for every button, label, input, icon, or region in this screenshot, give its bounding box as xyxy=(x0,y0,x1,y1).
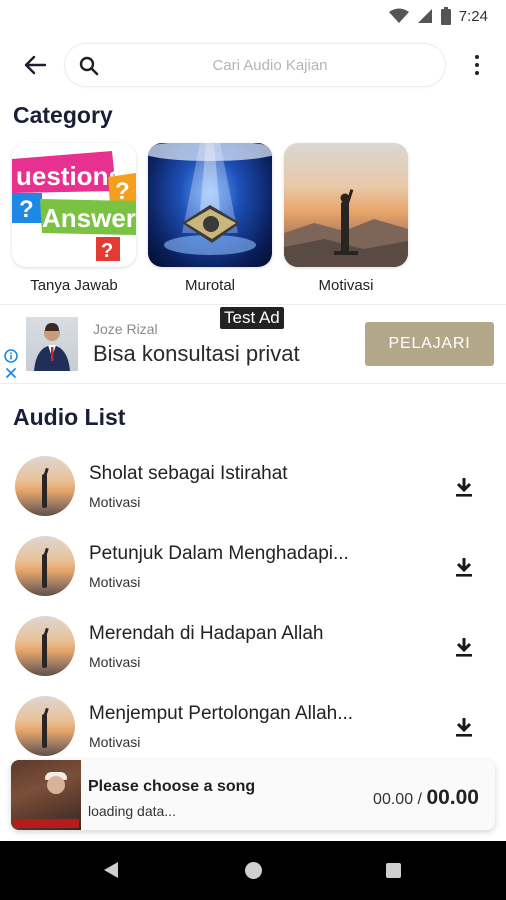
top-bar xyxy=(0,42,506,88)
category-image-quran xyxy=(148,143,272,267)
ad-test-tag: Test Ad xyxy=(220,307,284,329)
search-icon xyxy=(79,56,99,76)
category-title: Category xyxy=(13,102,113,128)
player-time: 00.00 / 00.00 xyxy=(373,786,479,810)
thumbnail-caption-logo xyxy=(13,819,79,828)
battery-icon xyxy=(440,7,451,25)
ad-sponsor: Joze Rizal xyxy=(93,321,158,337)
audio-thumbnail xyxy=(15,616,75,676)
player-thumbnail xyxy=(11,760,81,830)
nav-back-icon[interactable] xyxy=(104,862,118,878)
audio-thumbnail xyxy=(15,456,75,516)
category-item-tanya-jawab[interactable]: uestions ? ? Answers ? Tanya Jawab xyxy=(12,143,136,294)
status-bar: 7:24 xyxy=(0,0,506,32)
ad-photo xyxy=(26,317,78,371)
audio-list-item[interactable]: Menjemput Pertolongan Allah... Motivasi xyxy=(0,686,506,766)
current-time: 00.00 xyxy=(373,791,414,808)
signal-icon xyxy=(417,9,432,23)
arrow-back-icon xyxy=(24,55,47,75)
audio-title: Merendah di Hadapan Allah xyxy=(89,623,324,644)
audio-list-item[interactable]: Petunjuk Dalam Menghadapi... Motivasi xyxy=(0,526,506,606)
player-status: loading data... xyxy=(88,803,176,819)
player-title: Please choose a song xyxy=(88,778,256,795)
ad-headline[interactable]: Bisa konsultasi privat xyxy=(93,341,300,367)
search-box[interactable] xyxy=(64,43,446,87)
download-icon[interactable] xyxy=(452,635,476,659)
category-image-prayer-silhouette xyxy=(284,143,408,267)
category-label: Motivasi xyxy=(318,277,374,294)
audio-list-item[interactable]: Merendah di Hadapan Allah Motivasi xyxy=(0,606,506,686)
dot-icon xyxy=(475,63,479,67)
dot-icon xyxy=(475,55,479,59)
ad-cta-button[interactable]: PELAJARI xyxy=(365,322,494,366)
more-menu-button[interactable] xyxy=(466,52,488,78)
mini-player[interactable]: Please choose a song loading data... 00.… xyxy=(11,760,495,830)
audio-category: Motivasi xyxy=(89,734,141,750)
back-button[interactable] xyxy=(18,50,52,80)
category-image-questions-answers: uestions ? ? Answers ? xyxy=(12,143,136,267)
audio-list: Sholat sebagai Istirahat Motivasi Petunj… xyxy=(0,446,506,766)
total-time: 00.00 xyxy=(426,786,479,809)
download-icon[interactable] xyxy=(452,475,476,499)
category-item-murotal[interactable]: Murotal xyxy=(148,143,272,294)
audio-thumbnail xyxy=(15,696,75,756)
audio-category: Motivasi xyxy=(89,494,141,510)
nav-recents-icon[interactable] xyxy=(386,863,401,878)
svg-text:?: ? xyxy=(19,196,34,223)
ad-info-icon[interactable] xyxy=(4,349,18,363)
audio-title: Menjemput Pertolongan Allah... xyxy=(89,703,354,724)
category-label: Tanya Jawab xyxy=(30,277,118,294)
category-list: uestions ? ? Answers ? Tanya Jawab xyxy=(12,143,408,294)
audio-title: Petunjuk Dalam Menghadapi... xyxy=(89,543,349,564)
category-label: Murotal xyxy=(184,277,236,294)
svg-text:?: ? xyxy=(101,240,113,262)
audio-category: Motivasi xyxy=(89,574,141,590)
dot-icon xyxy=(475,71,479,75)
audio-list-item[interactable]: Sholat sebagai Istirahat Motivasi xyxy=(0,446,506,526)
audio-list-title: Audio List xyxy=(13,404,126,430)
nav-home-icon[interactable] xyxy=(245,862,262,879)
time-separator: / xyxy=(413,791,427,808)
audio-thumbnail xyxy=(15,536,75,596)
ad-close-icon[interactable] xyxy=(5,367,17,379)
system-nav-bar xyxy=(0,841,506,900)
image-text-answers: Answers xyxy=(42,203,136,233)
status-time: 7:24 xyxy=(458,7,488,25)
audio-category: Motivasi xyxy=(89,654,141,670)
wifi-icon xyxy=(388,8,409,23)
image-text-questions: uestions xyxy=(16,161,123,191)
download-icon[interactable] xyxy=(452,715,476,739)
search-input[interactable] xyxy=(105,44,435,86)
category-item-motivasi[interactable]: Motivasi xyxy=(284,143,408,294)
audio-title: Sholat sebagai Istirahat xyxy=(89,463,288,484)
download-icon[interactable] xyxy=(452,555,476,579)
ad-banner[interactable]: Joze Rizal Bisa konsultasi privat Test A… xyxy=(0,304,506,384)
